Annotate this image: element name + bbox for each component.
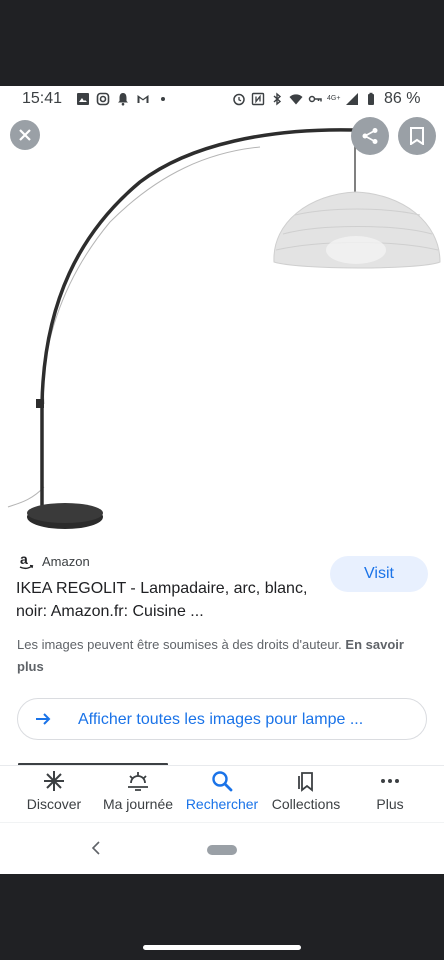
copyright-text: Les images peuvent être soumises à des d…	[17, 637, 342, 652]
nav-label-rechercher: Rechercher	[185, 796, 259, 812]
instagram-icon	[96, 92, 110, 106]
battery-icon	[368, 92, 375, 105]
visit-button[interactable]: Visit	[330, 556, 428, 592]
nav-label-discover: Discover	[26, 796, 82, 812]
top-bezel	[0, 0, 444, 86]
home-indicator[interactable]	[143, 945, 301, 950]
system-icons: 4G+	[232, 92, 378, 106]
status-time: 15:41	[22, 90, 63, 107]
svg-text:a: a	[20, 552, 28, 567]
bluetooth-icon	[273, 92, 282, 106]
gallery-icon	[77, 93, 89, 105]
signal-icon	[346, 93, 359, 105]
network-type: 4G+	[327, 95, 341, 102]
nav-collections[interactable]: Collections	[262, 770, 350, 820]
close-icon	[19, 129, 31, 141]
back-chevron-icon[interactable]	[90, 841, 102, 855]
collections-icon	[298, 772, 313, 792]
lamp-image[interactable]	[0, 112, 444, 538]
phone-screen: 15:41 4G+ 86 % a Amazon IKEA REGOLIT - L…	[0, 86, 444, 874]
nav-label-plus: Plus	[376, 796, 404, 812]
nav-label-collections: Collections	[271, 796, 341, 812]
more-images-label: Afficher toutes les images pour lampe ..…	[78, 711, 364, 728]
bookmark-icon	[410, 127, 424, 145]
notification-icons	[76, 92, 170, 106]
nav-plus[interactable]: Plus	[346, 770, 434, 820]
system-navigation-bar	[0, 822, 444, 874]
copyright-notice: Les images peuvent être soumises à des d…	[17, 634, 417, 678]
alarm-icon	[233, 93, 245, 106]
gmail-icon	[137, 95, 149, 103]
arrow-right-icon	[36, 713, 51, 725]
battery-percentage: 86 %	[384, 90, 421, 107]
sunrise-icon	[128, 772, 148, 791]
home-pill[interactable]	[207, 845, 237, 855]
more-icon	[381, 779, 399, 783]
search-icon	[212, 771, 233, 792]
asterisk-icon	[44, 771, 64, 791]
share-icon	[362, 128, 378, 144]
source-name: Amazon	[42, 553, 90, 569]
more-images-button[interactable]: Afficher toutes les images pour lampe ..…	[17, 698, 427, 740]
dot-icon	[161, 97, 165, 101]
bottom-navigation: Discover Ma journée Rechercher Collectio…	[0, 766, 444, 822]
bookmark-button[interactable]	[398, 117, 436, 155]
wifi-icon	[289, 94, 303, 105]
nav-discover[interactable]: Discover	[10, 770, 98, 820]
result-title[interactable]: IKEA REGOLIT - Lampadaire, arc, blanc, n…	[16, 577, 316, 623]
status-bar: 15:41 4G+ 86 %	[0, 86, 444, 112]
bell-icon	[118, 93, 128, 106]
share-button[interactable]	[351, 117, 389, 155]
source-row[interactable]: a Amazon	[18, 552, 90, 570]
nav-label-ma-journee: Ma journée	[102, 796, 174, 812]
amazon-logo-icon: a	[19, 552, 34, 570]
close-button[interactable]	[10, 120, 40, 150]
image-viewer[interactable]	[0, 112, 444, 538]
nav-rechercher[interactable]: Rechercher	[178, 770, 266, 820]
nav-ma-journee[interactable]: Ma journée	[94, 770, 182, 820]
vpn-key-icon	[308, 95, 322, 103]
nfc-icon	[251, 92, 265, 106]
